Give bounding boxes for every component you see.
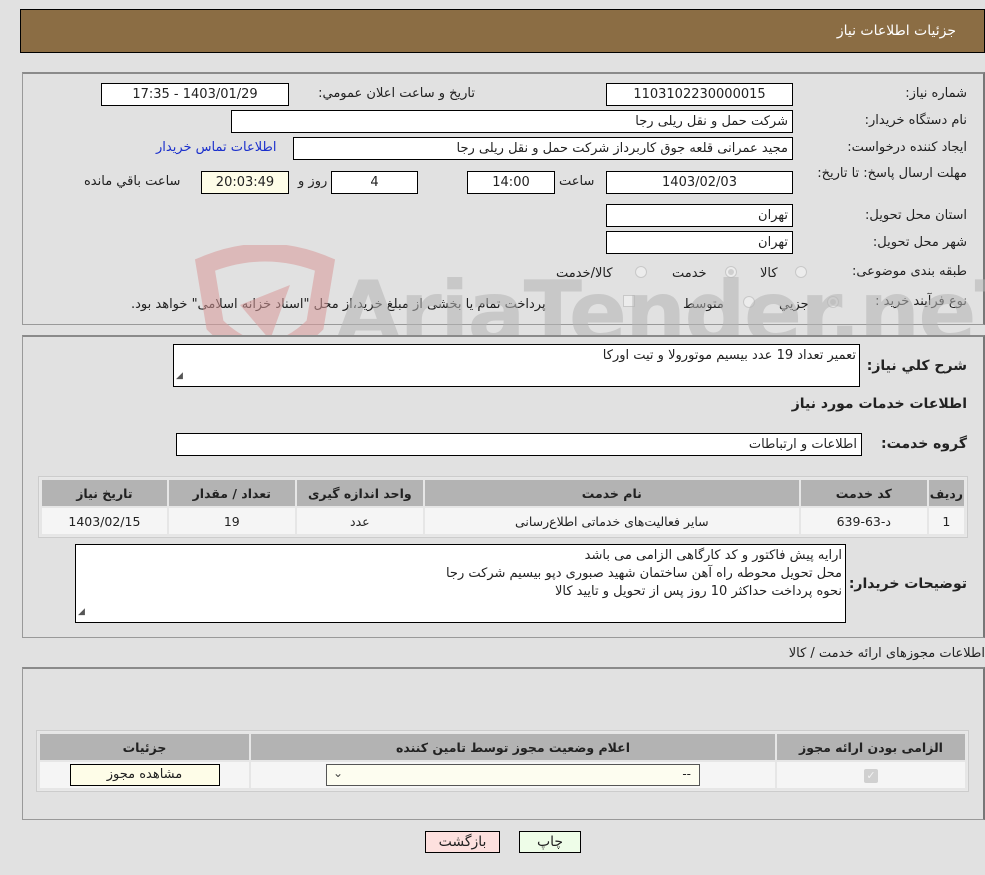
treasury-note: پرداخت تمام یا بخشی از مبلغ خرید،از محل … — [131, 297, 546, 312]
col-permit-details: جزئیات — [38, 732, 251, 762]
buyer-contact-link[interactable]: اطلاعات تماس خريدار — [156, 140, 276, 155]
summary-textarea[interactable]: تعمیر تعداد 19 عدد بیسیم موتورولا و تیت … — [173, 344, 860, 387]
announce-label: تاریخ و ساعت اعلان عمومي: — [318, 86, 475, 101]
process-option-medium: متوسط — [683, 297, 724, 312]
permit-status-value: -- — [682, 767, 691, 781]
treasury-checkbox[interactable] — [623, 295, 635, 307]
buyer-org-label: نام دستگاه خريدار: — [864, 113, 967, 128]
col-quantity: تعداد / مقدار — [166, 478, 297, 508]
services-table: ردیف کد خدمت نام خدمت واحد اندازه گیری ت… — [40, 478, 967, 536]
cell-quantity: 19 — [166, 506, 297, 536]
permit-status-select[interactable]: -- ⌄ — [326, 764, 700, 786]
category-label: طبقه بندی موضوعی: — [851, 264, 967, 279]
days-label: روز و — [298, 174, 328, 189]
cell-row: 1 — [926, 506, 967, 536]
table-row: 1 د-63-639 سایر فعالیت‌های خدماتی اطلاع‌… — [40, 506, 967, 536]
category-radio-goods[interactable] — [795, 266, 807, 278]
permits-table-header: الزامی بودن ارائه مجوز اعلام وضعیت مجوز … — [38, 732, 967, 762]
permits-table: الزامی بودن ارائه مجوز اعلام وضعیت مجوز … — [38, 732, 967, 790]
chevron-down-icon: ⌄ — [333, 766, 344, 780]
deadline-label: مهلت ارسال پاسخ: تا تاریخ: — [817, 166, 967, 181]
permits-heading: اطلاعات مجوزهای ارائه خدمت / کالا — [788, 646, 985, 661]
services-table-header: ردیف کد خدمت نام خدمت واحد اندازه گیری ت… — [40, 478, 967, 508]
resize-grip-icon[interactable]: ◢ — [78, 603, 85, 621]
buyer-note-line: نحوه پرداخت حداکثر 10 روز پس از تحویل و … — [554, 584, 842, 599]
required-checkbox[interactable]: ✓ — [864, 769, 878, 783]
col-unit: واحد اندازه گیری — [294, 478, 425, 508]
summary-text: تعمیر تعداد 19 عدد بیسیم موتورولا و تیت … — [602, 348, 856, 363]
deadline-time-field: 14:00 — [467, 171, 555, 194]
deadline-date-field: 1403/02/03 — [606, 171, 793, 194]
cell-service-code: د-63-639 — [798, 506, 929, 536]
deadline-time-label: ساعت — [559, 174, 595, 189]
requester-field: مجید عمرانی قلعه جوق کاربرداز شرکت حمل و… — [293, 137, 793, 160]
print-button[interactable]: چاپ — [519, 831, 581, 853]
province-label: استان محل تحویل: — [865, 208, 967, 223]
service-group-field: اطلاعات و ارتباطات — [176, 433, 862, 456]
category-radio-goods-service[interactable] — [635, 266, 647, 278]
cell-service-name: سایر فعالیت‌های خدماتی اطلاع‌رسانی — [422, 506, 801, 536]
back-button[interactable]: بازگشت — [425, 831, 500, 853]
cell-permit-required: ✓ — [775, 760, 967, 790]
buyer-notes-textarea[interactable]: ارایه پیش فاکتور و کد کارگاهی الزامی می … — [75, 544, 846, 623]
resize-grip-icon[interactable]: ◢ — [176, 367, 183, 385]
cell-need-date: 1403/02/15 — [40, 506, 169, 536]
cell-permit-details: مشاهده مجوز — [38, 760, 251, 790]
city-field: تهران — [606, 231, 793, 254]
need-number-label: شماره نیاز: — [905, 86, 967, 101]
province-field: تهران — [606, 204, 793, 227]
buyer-notes-label: توضیحات خریدار: — [848, 576, 967, 592]
announce-datetime-field: 1403/01/29 - 17:35 — [101, 83, 289, 106]
buyer-org-field: شرکت حمل و نقل ریلی رجا — [231, 110, 793, 133]
need-number-field: 1103102230000015 — [606, 83, 793, 106]
col-service-name: نام خدمت — [422, 478, 801, 508]
permits-table-wrap: الزامی بودن ارائه مجوز اعلام وضعیت مجوز … — [36, 730, 969, 792]
remaining-label: ساعت باقي مانده — [84, 174, 181, 189]
days-remaining-field: 4 — [331, 171, 418, 194]
service-group-label: گروه خدمت: — [881, 436, 967, 452]
cell-permit-status: -- ⌄ — [249, 760, 777, 790]
city-label: شهر محل تحویل: — [872, 235, 967, 250]
buyer-note-line: محل تحویل محوطه راه آهن ساختمان شهید صبو… — [445, 566, 842, 581]
category-option-goods-service: کالا/خدمت — [556, 266, 613, 281]
process-radio-medium[interactable] — [743, 296, 755, 308]
process-option-minor: جزيي — [779, 297, 809, 312]
buyer-note-line: ارایه پیش فاکتور و کد کارگاهی الزامی می … — [584, 548, 842, 563]
col-row: ردیف — [926, 478, 967, 508]
col-need-date: تاریخ نیاز — [40, 478, 169, 508]
process-label: نوع فرآیند خرید : — [875, 294, 967, 309]
table-row: ✓ -- ⌄ مشاهده مجوز — [38, 760, 967, 790]
view-permit-button[interactable]: مشاهده مجوز — [69, 764, 220, 786]
col-permit-required: الزامی بودن ارائه مجوز — [775, 732, 967, 762]
page-title: جزئیات اطلاعات نیاز — [836, 23, 956, 39]
page-header: جزئیات اطلاعات نیاز — [20, 9, 985, 53]
time-remaining-field: 20:03:49 — [201, 171, 289, 194]
cell-unit: عدد — [294, 506, 425, 536]
summary-label: شرح كلي نياز: — [866, 358, 967, 374]
col-service-code: کد خدمت — [798, 478, 929, 508]
category-radio-service[interactable] — [725, 266, 737, 278]
category-option-goods: کالا — [760, 266, 778, 281]
category-option-service: خدمت — [672, 266, 707, 281]
col-permit-status: اعلام وضعیت مجوز توسط تامین کننده — [249, 732, 777, 762]
services-heading: اطلاعات خدمات مورد نیاز — [791, 396, 967, 412]
process-radio-minor[interactable] — [827, 296, 839, 308]
requester-label: ایجاد کننده درخواست: — [847, 140, 967, 155]
services-table-wrap: ردیف کد خدمت نام خدمت واحد اندازه گیری ت… — [38, 476, 968, 538]
